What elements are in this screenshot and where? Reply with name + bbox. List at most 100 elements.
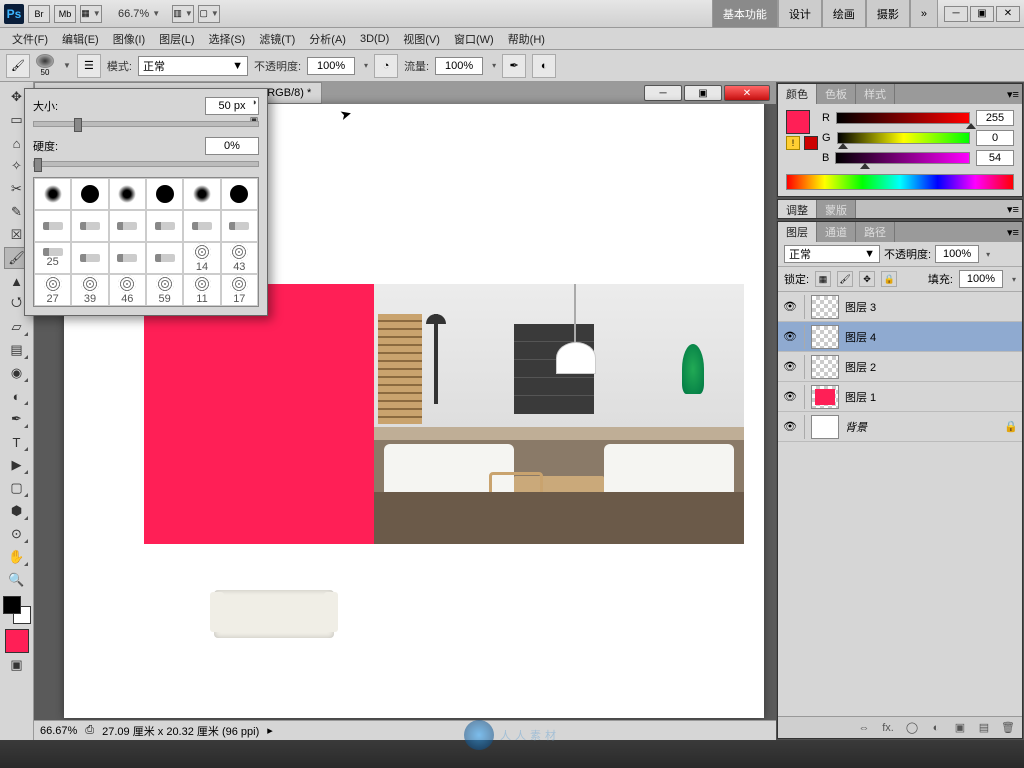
visibility-icon[interactable]: 👁 bbox=[782, 299, 798, 315]
brush-preset[interactable] bbox=[109, 178, 146, 210]
brush-preset[interactable] bbox=[109, 242, 146, 274]
brush-preset[interactable] bbox=[146, 210, 183, 242]
panel-menu-icon[interactable]: ▾≡ bbox=[1004, 222, 1022, 242]
title-zoom-readout[interactable]: 66.7% bbox=[118, 8, 149, 20]
chevron-down-icon[interactable]: ▾ bbox=[492, 61, 496, 70]
brush-preset[interactable] bbox=[183, 178, 220, 210]
gradient-tool[interactable]: ▤ bbox=[4, 339, 30, 361]
brush-preset[interactable] bbox=[71, 178, 108, 210]
menu-view[interactable]: 视图(V) bbox=[397, 29, 446, 49]
menu-help[interactable]: 帮助(H) bbox=[502, 29, 551, 49]
tool-preset-icon[interactable]: 🖌 bbox=[6, 54, 30, 78]
brush-preset[interactable] bbox=[34, 210, 71, 242]
lock-transparency-icon[interactable]: ▦ bbox=[815, 271, 831, 287]
workspace-more[interactable]: » bbox=[910, 0, 938, 27]
layer-name[interactable]: 背景 bbox=[845, 419, 867, 435]
layer-blend-dropdown[interactable]: 正常▼ bbox=[784, 245, 880, 263]
workspace-tab-essentials[interactable]: 基本功能 bbox=[712, 0, 778, 27]
brush-preset[interactable] bbox=[183, 210, 220, 242]
brush-panel-toggle-icon[interactable]: ☰ bbox=[77, 54, 101, 78]
color-slider[interactable] bbox=[837, 132, 970, 144]
delete-layer-icon[interactable]: 🗑 bbox=[1000, 720, 1016, 736]
layer-thumbnail[interactable] bbox=[811, 325, 839, 349]
view-extras-button[interactable]: ▦▼ bbox=[80, 5, 102, 23]
tab-adjustments[interactable]: 调整 bbox=[778, 200, 817, 218]
brush-preset[interactable]: 11 bbox=[183, 274, 220, 306]
brush-preset[interactable] bbox=[109, 210, 146, 242]
arrange-button[interactable]: ▥▼ bbox=[172, 5, 194, 23]
tab-layers[interactable]: 图层 bbox=[778, 222, 817, 242]
color-value-input[interactable]: 0 bbox=[976, 130, 1014, 146]
status-docinfo-icon[interactable]: ⎙ bbox=[85, 724, 94, 737]
chevron-down-icon[interactable]: ▾ bbox=[1012, 275, 1016, 284]
visibility-icon[interactable]: 👁 bbox=[782, 329, 798, 345]
tab-channels[interactable]: 通道 bbox=[817, 222, 856, 242]
brush-preset[interactable]: 59 bbox=[146, 274, 183, 306]
workspace-tab-painting[interactable]: 绘画 bbox=[822, 0, 866, 27]
airbrush-icon[interactable]: ✒ bbox=[502, 54, 526, 78]
brush-preset[interactable]: 17 bbox=[221, 274, 258, 306]
color-value-input[interactable]: 54 bbox=[976, 150, 1014, 166]
blend-mode-dropdown[interactable]: 正常▼ bbox=[138, 56, 248, 76]
pen-tool[interactable]: ✒ bbox=[4, 408, 30, 430]
blur-tool[interactable]: ◉ bbox=[4, 362, 30, 384]
window-minimize-icon[interactable]: ─ bbox=[944, 6, 968, 22]
layer-row[interactable]: 👁 图层 4 bbox=[778, 322, 1022, 352]
dodge-tool[interactable]: ◐ bbox=[4, 385, 30, 407]
tab-paths[interactable]: 路径 bbox=[856, 222, 895, 242]
layer-thumbnail[interactable] bbox=[811, 385, 839, 409]
menu-analysis[interactable]: 分析(A) bbox=[303, 29, 352, 49]
screenmode-button[interactable]: ▢▼ bbox=[198, 5, 220, 23]
brush-preset[interactable]: 25 bbox=[34, 242, 71, 274]
doc-maximize-icon[interactable]: ▣ bbox=[684, 85, 722, 101]
lock-position-icon[interactable]: ✥ bbox=[859, 271, 875, 287]
layer-name[interactable]: 图层 3 bbox=[845, 299, 876, 315]
gamut-swatch[interactable] bbox=[804, 136, 818, 150]
menu-layer[interactable]: 图层(L) bbox=[153, 29, 200, 49]
panel-menu-icon[interactable]: ▾≡ bbox=[1004, 84, 1022, 104]
popup-flyout-icon[interactable]: ◑ bbox=[247, 95, 261, 109]
workspace-tab-design[interactable]: 设计 bbox=[778, 0, 822, 27]
tab-styles[interactable]: 样式 bbox=[856, 84, 895, 104]
fg-swatch[interactable] bbox=[786, 110, 810, 134]
new-fill-layer-icon[interactable]: ◐ bbox=[928, 720, 944, 736]
brush-preset[interactable] bbox=[34, 178, 71, 210]
hand-tool[interactable]: ✋ bbox=[4, 546, 30, 568]
panel-menu-icon[interactable]: ▾≡ bbox=[1004, 200, 1022, 218]
lock-pixels-icon[interactable]: 🖌 bbox=[837, 271, 853, 287]
brush-size-slider[interactable] bbox=[33, 121, 259, 127]
gamut-warning-icon[interactable]: ! bbox=[786, 136, 800, 150]
path-select-tool[interactable]: ▶ bbox=[4, 454, 30, 476]
brush-preset[interactable]: 27 bbox=[34, 274, 71, 306]
add-mask-icon[interactable]: ◯ bbox=[904, 720, 920, 736]
3d-tool[interactable]: ⬢ bbox=[4, 500, 30, 522]
tab-masks[interactable]: 蒙版 bbox=[817, 200, 856, 218]
color-spectrum[interactable] bbox=[786, 174, 1014, 190]
minibridge-button[interactable]: Mb bbox=[54, 5, 76, 23]
shape-tool[interactable]: ▢ bbox=[4, 477, 30, 499]
layer-thumbnail[interactable] bbox=[811, 295, 839, 319]
doc-close-icon[interactable]: ✕ bbox=[724, 85, 770, 101]
chevron-down-icon[interactable]: ▾ bbox=[364, 61, 368, 70]
layer-row[interactable]: 👁图层 1 bbox=[778, 382, 1022, 412]
window-close-icon[interactable]: ✕ bbox=[996, 6, 1020, 22]
adjustments-panel-collapsed[interactable]: 调整 蒙版 ▾≡ bbox=[777, 199, 1023, 219]
layer-name[interactable]: 图层 1 bbox=[845, 389, 876, 405]
brush-preset[interactable] bbox=[146, 242, 183, 274]
foreground-background-swatch[interactable] bbox=[3, 596, 31, 624]
layer-thumbnail[interactable] bbox=[811, 415, 839, 439]
layer-name[interactable]: 图层 4 bbox=[845, 329, 876, 345]
tab-color[interactable]: 颜色 bbox=[778, 84, 817, 104]
menu-3d[interactable]: 3D(D) bbox=[354, 31, 395, 47]
layer-name[interactable]: 图层 2 bbox=[845, 359, 876, 375]
zoom-tool[interactable]: 🔍 bbox=[4, 569, 30, 591]
brush-preset[interactable] bbox=[71, 242, 108, 274]
brush-preset[interactable] bbox=[221, 210, 258, 242]
color-value-input[interactable]: 255 bbox=[976, 110, 1014, 126]
lock-all-icon[interactable]: 🔒 bbox=[881, 271, 897, 287]
menu-edit[interactable]: 编辑(E) bbox=[56, 29, 105, 49]
status-flyout-icon[interactable]: ▸ bbox=[267, 724, 273, 737]
status-zoom[interactable]: 66.67% bbox=[40, 725, 77, 737]
menu-file[interactable]: 文件(F) bbox=[6, 29, 54, 49]
eraser-tool[interactable]: ▱ bbox=[4, 316, 30, 338]
